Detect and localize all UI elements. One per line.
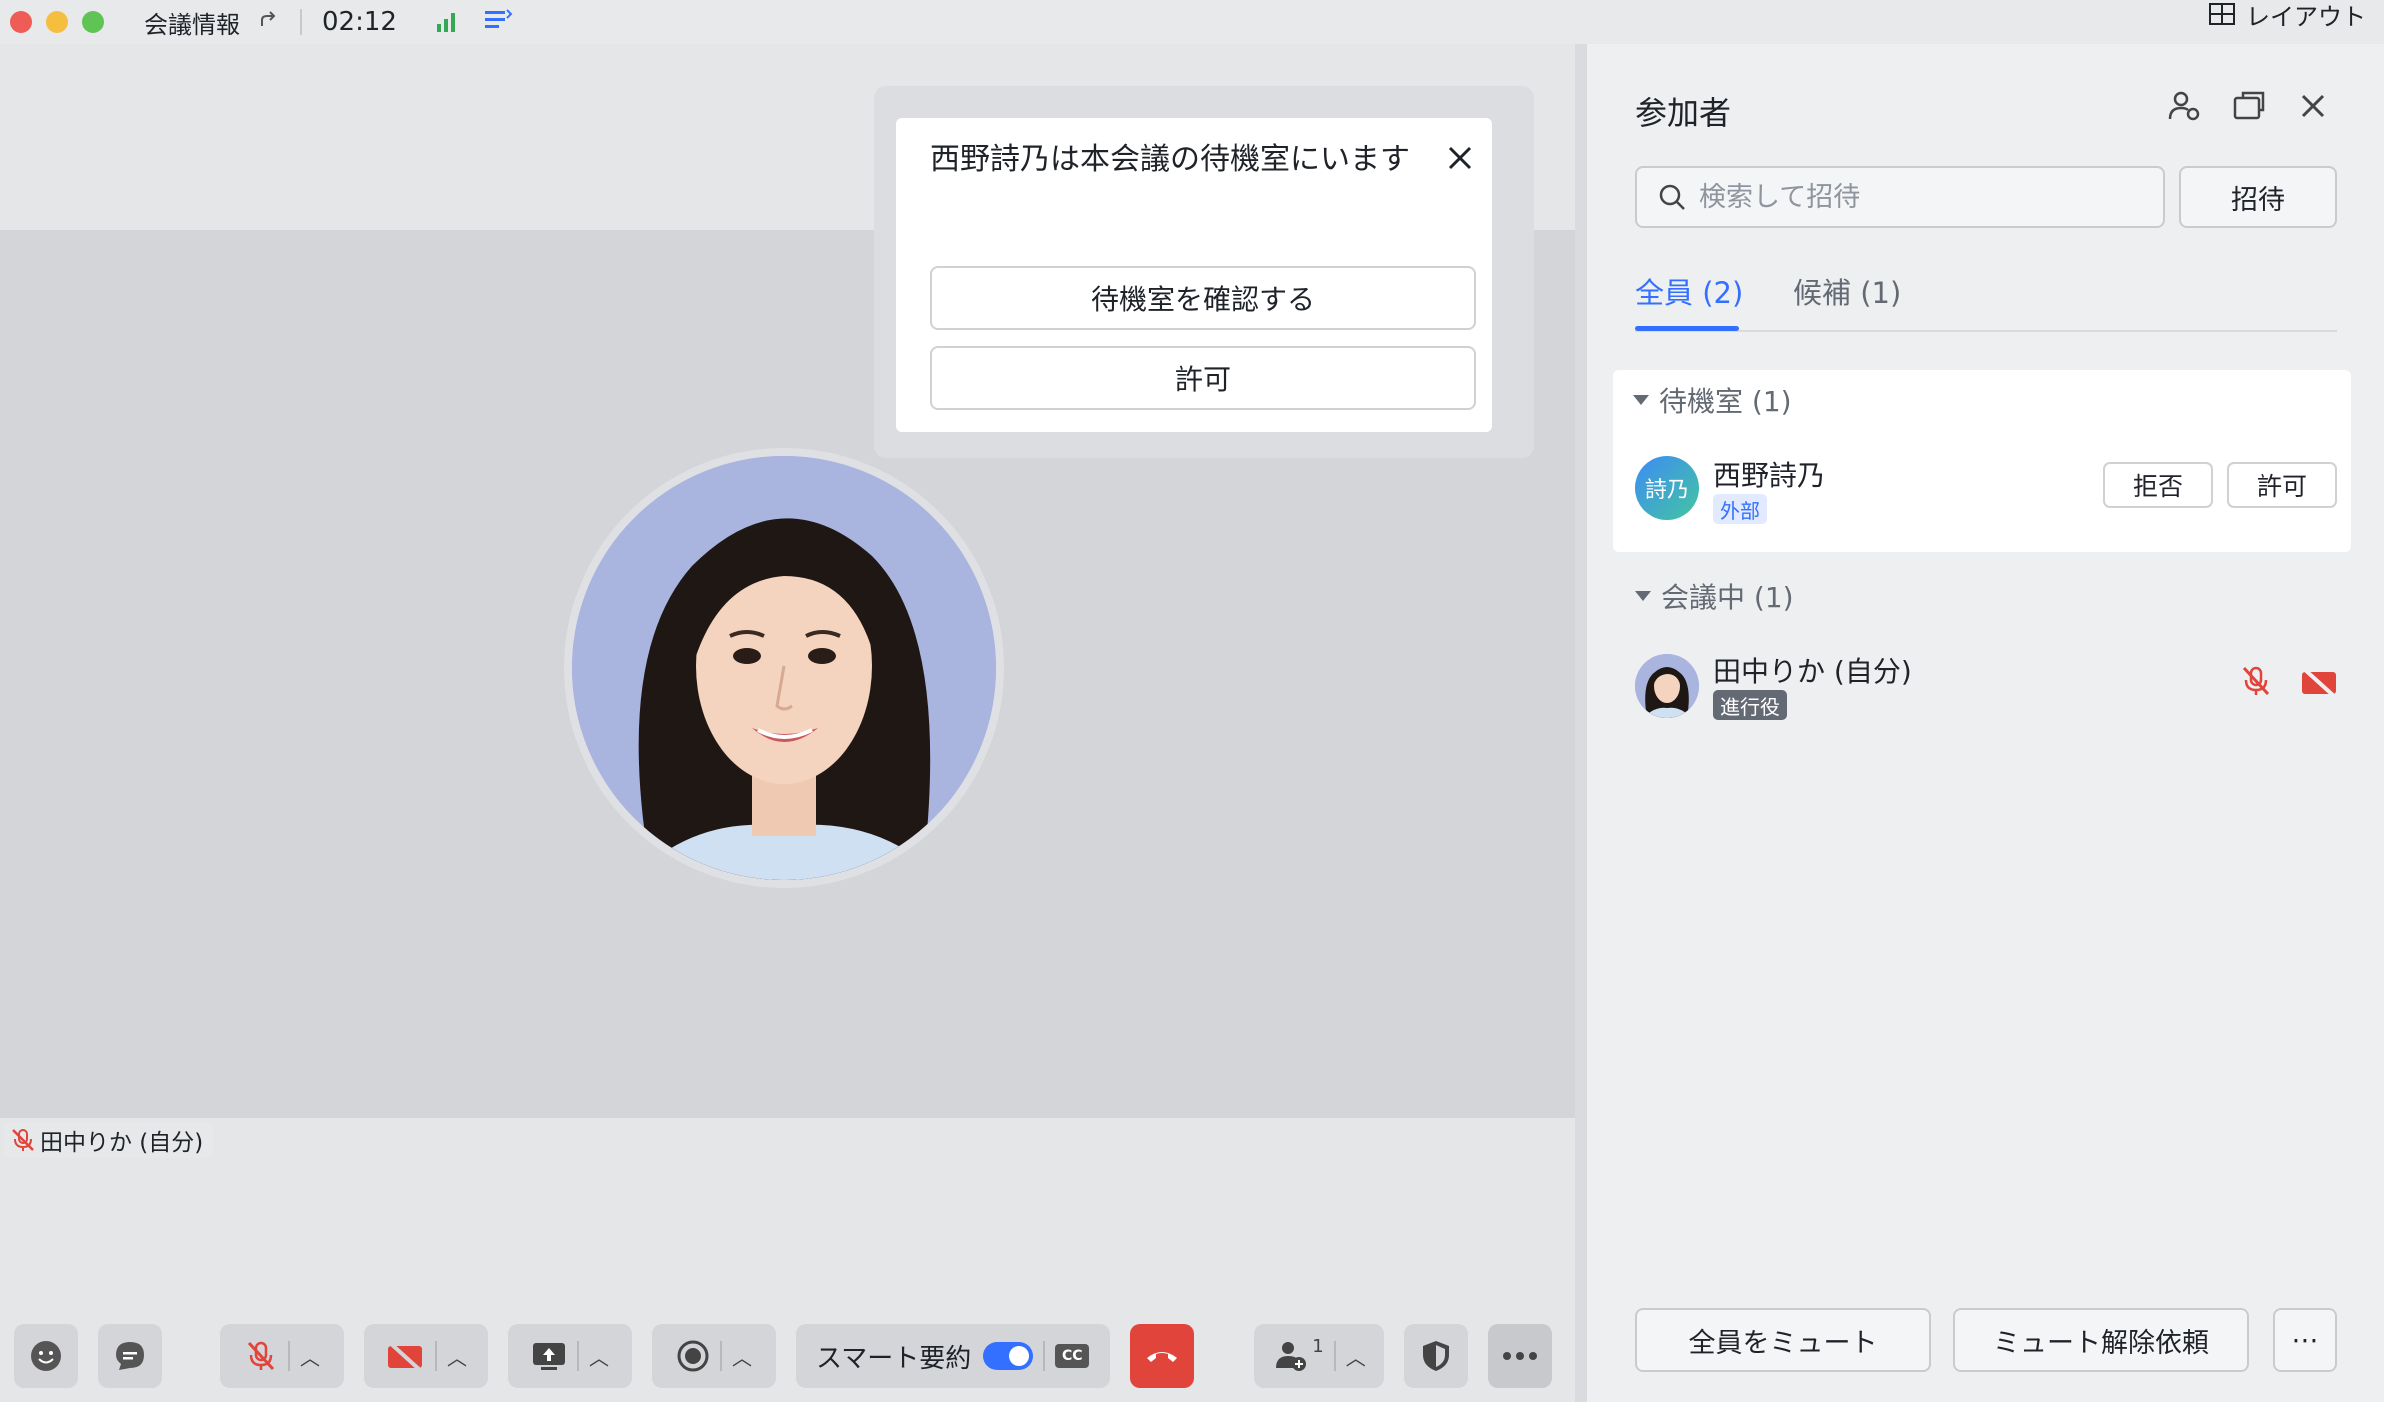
muted-mic-icon: [12, 1129, 34, 1151]
captions-icon[interactable]: CC: [1055, 1344, 1090, 1368]
hang-up-icon: [1147, 1352, 1177, 1362]
chevron-up-icon[interactable]: ︿: [447, 1342, 467, 1371]
close-icon[interactable]: [2295, 88, 2331, 124]
separator: [720, 1341, 722, 1371]
record-button[interactable]: ︿: [652, 1324, 776, 1388]
notification-message: 西野詩乃は本会議の待機室にいます: [930, 142, 1410, 177]
smart-summary-label: スマート要約: [816, 1343, 972, 1374]
chevron-up-icon[interactable]: ︿: [732, 1342, 752, 1371]
self-name-label: 田中りか (自分): [40, 1130, 204, 1156]
share-screen-icon: [533, 1343, 565, 1370]
agenda-list-icon[interactable]: [483, 8, 513, 36]
title-separator: [300, 9, 302, 35]
chat-button[interactable]: [98, 1324, 162, 1388]
camera-off-icon[interactable]: [2299, 666, 2339, 702]
meeting-timer: 02:12: [322, 7, 397, 37]
chat-icon: [116, 1342, 144, 1370]
shield-icon: [1423, 1341, 1449, 1371]
share-icon[interactable]: [258, 8, 280, 36]
avatar-initials: 詩乃: [1644, 478, 1689, 503]
search-icon: [1659, 184, 1685, 210]
emoji-icon: [31, 1341, 61, 1371]
panel-title: 参加者: [1635, 94, 1732, 132]
admit-participant-button[interactable]: 許可: [2227, 462, 2337, 508]
window-controls: [10, 11, 104, 33]
waiting-room-section: 待機室 (1) 詩乃 西野詩乃 外部 拒否 許可: [1613, 370, 2351, 552]
smart-summary-toggle[interactable]: [983, 1342, 1034, 1370]
self-name-tag: 田中りか (自分): [4, 1122, 214, 1158]
avatar: [1635, 654, 1699, 718]
invite-button[interactable]: 招待: [2179, 166, 2337, 228]
waiting-room-header-label: 待機室 (1): [1659, 385, 1792, 418]
pop-out-icon[interactable]: [2231, 88, 2267, 124]
participants-count: 1: [1312, 1335, 1324, 1357]
meeting-toolbar: ︿ ︿ ︿ ︿ スマート要約 CC 1 ︿: [0, 1310, 1575, 1400]
search-box[interactable]: [1635, 166, 2165, 228]
muted-mic-icon: [247, 1341, 275, 1371]
chevron-up-icon[interactable]: ︿: [300, 1342, 320, 1371]
tab-divider: [1635, 330, 2337, 332]
avatar: 詩乃: [1635, 456, 1699, 520]
chevron-up-icon[interactable]: ︿: [589, 1342, 609, 1371]
in-meeting-header-label: 会議中 (1): [1661, 581, 1794, 614]
separator: [1043, 1341, 1046, 1371]
reject-button[interactable]: 拒否: [2103, 462, 2213, 508]
tab-candidates[interactable]: 候補 (1): [1793, 270, 1901, 312]
active-tab-indicator: [1635, 326, 1739, 331]
title-bar: 会議情報 02:12 レイアウト: [0, 0, 2384, 44]
waiting-room-header[interactable]: 待機室 (1): [1633, 380, 1792, 420]
layout-button[interactable]: レイアウト: [2208, 0, 2366, 31]
panel-divider[interactable]: [1575, 44, 1587, 1402]
view-waiting-room-button[interactable]: 待機室を確認する: [930, 266, 1476, 330]
caret-down-icon: [1635, 591, 1651, 601]
request-unmute-button[interactable]: ミュート解除依頼: [1953, 1308, 2249, 1372]
separator: [577, 1341, 579, 1371]
share-screen-button[interactable]: ︿: [508, 1324, 632, 1388]
signal-strength-icon[interactable]: [436, 12, 455, 32]
reaction-button[interactable]: [14, 1324, 78, 1388]
self-participant-name: 田中りか (自分): [1713, 655, 1912, 688]
host-badge: 進行役: [1713, 690, 1787, 720]
security-button[interactable]: [1404, 1324, 1468, 1388]
chevron-up-icon[interactable]: ︿: [1346, 1342, 1366, 1371]
more-icon: [1503, 1352, 1537, 1360]
end-call-button[interactable]: [1130, 1324, 1194, 1388]
participants-panel: 参加者 招待 全員 (2) 候補 (1) 待機室 (1) 詩乃 西野詩乃 外部 …: [1587, 44, 2384, 1402]
more-icon[interactable]: ⋯: [2273, 1308, 2337, 1372]
participant-settings-icon[interactable]: [2167, 88, 2203, 124]
participants-icon: [1276, 1342, 1307, 1371]
self-video-avatar: [564, 448, 1004, 888]
admit-button[interactable]: 許可: [930, 346, 1476, 410]
caret-down-icon: [1633, 395, 1649, 405]
mute-all-button[interactable]: 全員をミュート: [1635, 1308, 1931, 1372]
tab-all[interactable]: 全員 (2): [1635, 270, 1743, 312]
search-input[interactable]: [1699, 181, 2139, 213]
participants-button[interactable]: 1 ︿: [1254, 1324, 1384, 1388]
in-meeting-header[interactable]: 会議中 (1): [1635, 576, 1794, 616]
smart-summary-control[interactable]: スマート要約 CC: [796, 1324, 1110, 1388]
layout-grid-icon: [2209, 3, 2235, 25]
layout-label: レイアウト: [2246, 2, 2366, 31]
minimize-window-button[interactable]: [46, 11, 68, 33]
camera-off-icon: [387, 1340, 423, 1373]
microphone-button[interactable]: ︿: [220, 1324, 344, 1388]
close-window-button[interactable]: [10, 11, 32, 33]
more-options-button[interactable]: [1488, 1324, 1552, 1388]
separator: [435, 1341, 437, 1371]
separator: [288, 1341, 290, 1371]
camera-button[interactable]: ︿: [364, 1324, 488, 1388]
maximize-window-button[interactable]: [82, 11, 104, 33]
external-badge: 外部: [1713, 494, 1767, 524]
separator: [1333, 1341, 1336, 1371]
meeting-info-button[interactable]: 会議情報: [144, 5, 240, 40]
waiting-person-name: 西野詩乃: [1713, 459, 1826, 492]
waiting-room-notification: 西野詩乃は本会議の待機室にいます 待機室を確認する 許可: [896, 118, 1492, 432]
record-icon: [677, 1340, 709, 1372]
muted-mic-icon[interactable]: [2239, 664, 2273, 702]
close-icon[interactable]: [1442, 140, 1478, 176]
